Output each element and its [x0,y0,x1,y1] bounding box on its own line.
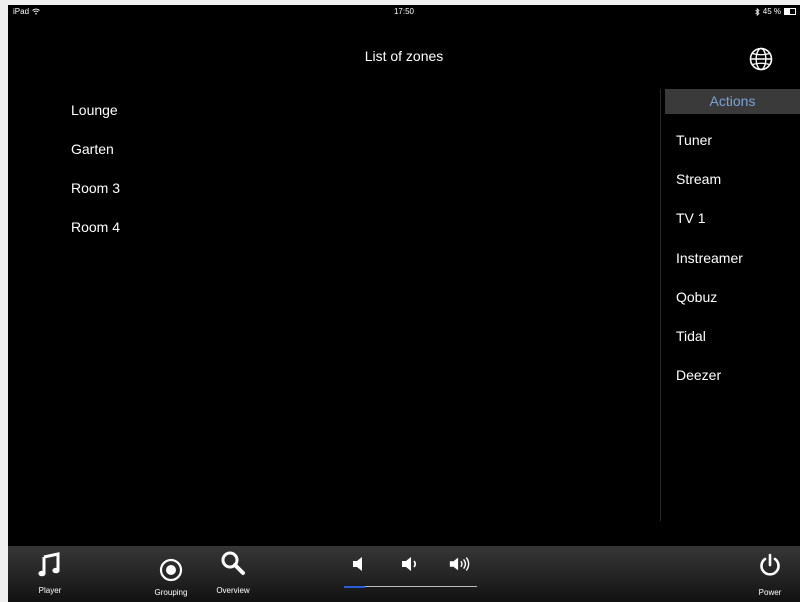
target-icon [159,558,183,582]
bluetooth-icon [754,7,760,16]
zone-item[interactable]: Room 4 [71,218,120,257]
grouping-label: Grouping [154,588,188,597]
app-screen: iPad 17:50 45 % List of zones Lounge Gar… [8,5,800,602]
globe-icon[interactable] [748,46,774,72]
zone-list: Lounge Garten Room 3 Room 4 [71,101,120,257]
volume-down-icon[interactable] [399,554,421,574]
bottom-toolbar: Player Grouping Overview Power [8,546,800,602]
zone-item[interactable]: Garten [71,140,120,179]
volume-level-fill [344,585,366,588]
volume-mute-icon[interactable] [350,554,372,574]
action-item[interactable]: Tidal [676,327,743,366]
power-button[interactable]: Power [750,550,790,598]
actions-divider [660,89,661,521]
zone-item[interactable]: Lounge [71,101,120,140]
overview-label: Overview [216,586,250,595]
music-note-icon [38,552,60,577]
volume-up-icon[interactable] [448,554,470,574]
action-item[interactable]: Stream [676,170,743,209]
action-item[interactable]: TV 1 [676,209,743,248]
status-time: 17:50 [393,7,415,16]
action-item[interactable]: Qobuz [676,288,743,327]
volume-slider[interactable] [344,585,477,588]
action-item[interactable]: Instreamer [676,249,743,288]
actions-header: Actions [665,89,800,114]
action-item[interactable]: Deezer [676,366,743,405]
power-icon [760,553,780,576]
battery-icon [784,8,796,15]
magnifier-icon [221,551,245,575]
battery-percent: 45 % [762,7,781,16]
zone-item[interactable]: Room 3 [71,179,120,218]
actions-list: Tuner Stream TV 1 Instreamer Qobuz Tidal… [676,131,743,405]
battery-fill [785,9,790,14]
overview-button[interactable]: Overview [208,550,258,596]
grouping-button[interactable]: Grouping [146,552,196,598]
status-bar: iPad 17:50 45 % [8,5,800,19]
action-item[interactable]: Tuner [676,131,743,170]
player-label: Player [38,586,62,595]
player-button[interactable]: Player [30,550,70,596]
power-label: Power [758,588,782,597]
page-title: List of zones [364,48,444,64]
status-right: 45 % [754,7,796,16]
